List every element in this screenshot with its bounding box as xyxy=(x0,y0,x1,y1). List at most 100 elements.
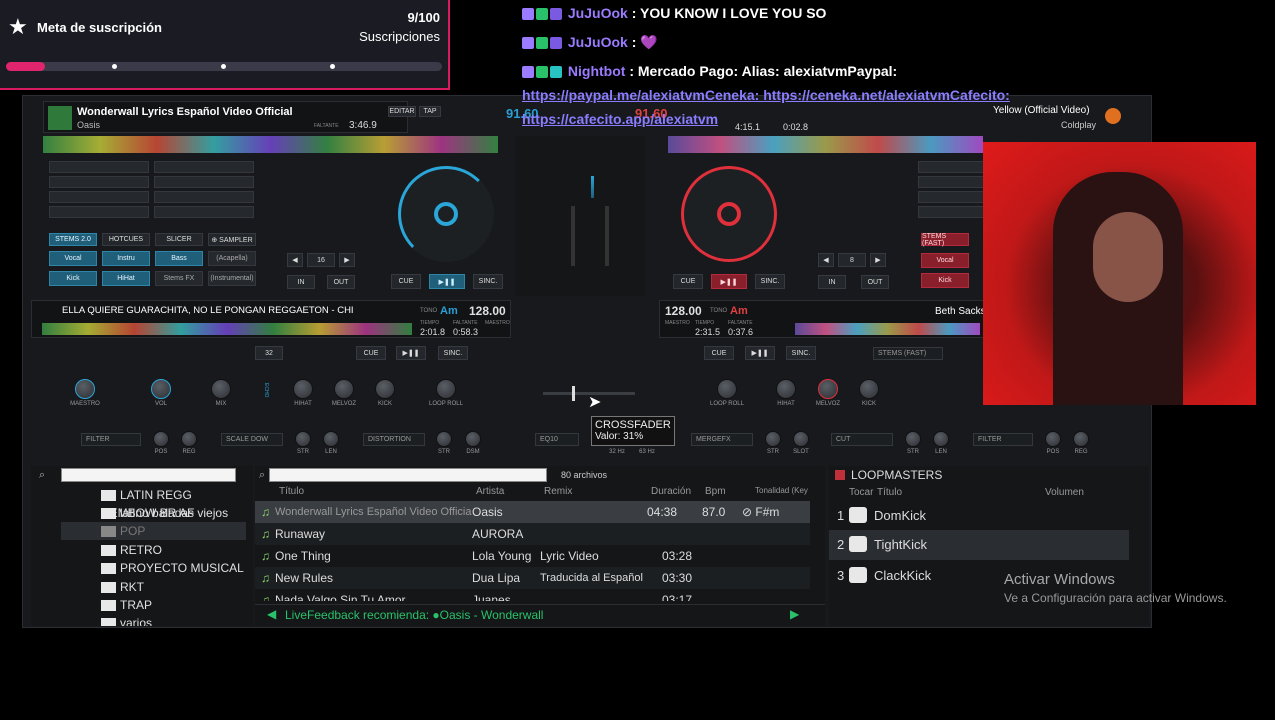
chat-username[interactable]: JuJuOok xyxy=(568,5,628,21)
deck-b-sync-button[interactable]: SINC. xyxy=(755,274,785,289)
deck-b-jogwheel[interactable] xyxy=(681,166,777,262)
melvoz-knob-b[interactable] xyxy=(818,379,838,399)
deck-b-loop-prev[interactable]: ◀ xyxy=(818,253,834,267)
table-row[interactable]: ♫ Runaway AURORA xyxy=(255,523,810,545)
folder-item[interactable]: LATIN REGG DEMBOW BR AF xyxy=(101,486,246,520)
search-icon[interactable]: ⌕ xyxy=(39,469,45,482)
loop-size[interactable]: 16 xyxy=(307,253,335,267)
chat-username[interactable]: Nightbot xyxy=(568,63,626,79)
kick-knob[interactable] xyxy=(375,379,395,399)
chat-link[interactable]: https://cafecito.app/alexiatvm xyxy=(522,111,718,127)
stem-pad-vocal[interactable]: Vocal xyxy=(49,251,97,266)
deck-b-waveform[interactable] xyxy=(668,136,983,153)
deck-d-waveform[interactable] xyxy=(795,323,980,335)
hotcue-pad[interactable] xyxy=(49,191,149,203)
track-search-input[interactable] xyxy=(269,468,547,482)
folder-search-input[interactable] xyxy=(61,468,236,482)
b-reg-knob[interactable] xyxy=(1073,431,1089,447)
left-arrow-icon[interactable]: ◀ xyxy=(267,607,276,621)
str-knob[interactable] xyxy=(295,431,311,447)
deck-a-play-button[interactable]: ▶❚❚ xyxy=(429,274,465,289)
stem-pad-bass[interactable]: Bass xyxy=(155,251,203,266)
deck-a-jogwheel[interactable] xyxy=(398,166,494,262)
col-remix[interactable]: Remix xyxy=(544,486,572,497)
b-pos-knob[interactable] xyxy=(1045,431,1061,447)
loop-out-button[interactable]: OUT xyxy=(327,275,355,289)
tab-slicer[interactable]: SLICER xyxy=(155,233,203,246)
chat-link[interactable]: https://paypal.me/alexiatvmCeneka: https… xyxy=(522,87,1010,103)
vol-knob[interactable] xyxy=(151,379,171,399)
loop-in-button[interactable]: IN xyxy=(287,275,315,289)
str-knob-2[interactable] xyxy=(436,431,452,447)
deck-c-play-button[interactable]: ▶❚❚ xyxy=(396,346,426,360)
deck-c-waveform[interactable] xyxy=(42,323,412,335)
folder-item[interactable]: TRAP xyxy=(101,596,152,614)
slot-knob[interactable] xyxy=(793,431,809,447)
b-str-knob-2[interactable] xyxy=(905,431,921,447)
eq-select[interactable]: EQ10 xyxy=(535,433,579,446)
folder-item[interactable]: RKT xyxy=(101,578,144,596)
deck-d-stems-select[interactable]: STEMS (FAST) xyxy=(873,347,943,360)
livefeedback-bar[interactable]: ◀ LiveFeedback recomienda: ●Oasis - Wond… xyxy=(255,604,825,624)
deck-b-loop-in[interactable]: IN xyxy=(818,275,846,289)
folder-item[interactable]: varios xyxy=(101,614,152,626)
col-artist[interactable]: Artista xyxy=(476,486,504,497)
edit-button[interactable]: EDITAR xyxy=(388,106,416,117)
hihat-knob[interactable] xyxy=(293,379,313,399)
b-len-knob[interactable] xyxy=(933,431,949,447)
tap-button[interactable]: TAP xyxy=(419,106,441,117)
hotcue-pad[interactable] xyxy=(154,191,254,203)
channel-fader-a[interactable] xyxy=(571,206,575,266)
loop-roll-knob[interactable] xyxy=(436,379,456,399)
folder-item[interactable]: POP xyxy=(61,522,246,540)
deck-d-sync-button[interactable]: SINC. xyxy=(786,346,816,360)
loop-next-button[interactable]: ▶ xyxy=(339,253,355,267)
filter-select[interactable]: FILTER xyxy=(81,433,141,446)
deck-d-play-button[interactable]: ▶❚❚ xyxy=(745,346,775,360)
deck-b-loop-next[interactable]: ▶ xyxy=(870,253,886,267)
deck-b-loop-size[interactable]: 8 xyxy=(838,253,866,267)
sampler-item[interactable]: 1 DomKick xyxy=(829,503,1129,529)
tab-hotcues[interactable]: HOTCUES xyxy=(102,233,150,246)
pos-knob[interactable] xyxy=(153,431,169,447)
deck-b-tab-stems[interactable]: STEMS (FAST) xyxy=(921,233,969,247)
cut-select[interactable]: CUT xyxy=(831,433,893,446)
stem-pad-acapella[interactable]: (Acapella) xyxy=(208,251,256,266)
loop-roll-knob-b[interactable] xyxy=(717,379,737,399)
b-str-knob[interactable] xyxy=(765,431,781,447)
deck-c-sync-button[interactable]: SINC. xyxy=(438,346,468,360)
hotcue-pad[interactable] xyxy=(49,161,149,173)
table-row[interactable]: ♫ Nada Valgo Sin Tu Amor Juanes 03:17 xyxy=(255,589,810,601)
hotcue-pad[interactable] xyxy=(154,176,254,188)
maestro-knob[interactable] xyxy=(75,379,95,399)
table-row[interactable]: ♫ One Thing Lola Young Lyric Video 03:28 xyxy=(255,545,810,567)
tab-sampler[interactable]: ⊕ SAMPLER xyxy=(208,233,256,246)
folder-item[interactable]: latino baladas viejos etc xyxy=(101,504,246,538)
loop-prev-button[interactable]: ◀ xyxy=(287,253,303,267)
channel-fader-b[interactable] xyxy=(605,206,609,266)
deck-d-cue-button[interactable]: CUE xyxy=(704,346,734,360)
folder-item[interactable]: PROYECTO MUSICAL xyxy=(101,559,244,577)
hihat-knob-b[interactable] xyxy=(776,379,796,399)
deck-a-sync-button[interactable]: SINC. xyxy=(473,274,503,289)
mergefx-select[interactable]: MERGEFX xyxy=(691,433,753,446)
hotcue-pad[interactable] xyxy=(154,161,254,173)
table-row[interactable]: ♫ Wonderwall Lyrics Español Video Offici… xyxy=(255,501,810,523)
mix-knob[interactable] xyxy=(211,379,231,399)
kick-knob-b[interactable] xyxy=(859,379,879,399)
distortion-select[interactable]: DISTORTION xyxy=(363,433,425,446)
col-key[interactable]: Tonalidad (Key xyxy=(755,486,808,495)
deck-c-cue-button[interactable]: CUE xyxy=(356,346,386,360)
deck-c-loop-size[interactable]: 32 xyxy=(255,346,283,360)
deck-a-cue-button[interactable]: CUE xyxy=(391,274,421,289)
col-bpm[interactable]: Bpm xyxy=(705,486,726,497)
hotcue-pad[interactable] xyxy=(49,176,149,188)
deck-b-play-button[interactable]: ▶❚❚ xyxy=(711,274,747,289)
stem-pad-instru[interactable]: Instru xyxy=(102,251,150,266)
table-row[interactable]: ♫ New Rules Dua Lipa Traducida al Españo… xyxy=(255,567,810,589)
deck-a-waveform[interactable] xyxy=(43,136,498,153)
b-filter-select[interactable]: FILTER xyxy=(973,433,1033,446)
sampler-item[interactable]: 2 TightKick xyxy=(829,530,1129,560)
reg-knob[interactable] xyxy=(181,431,197,447)
dsm-knob[interactable] xyxy=(465,431,481,447)
